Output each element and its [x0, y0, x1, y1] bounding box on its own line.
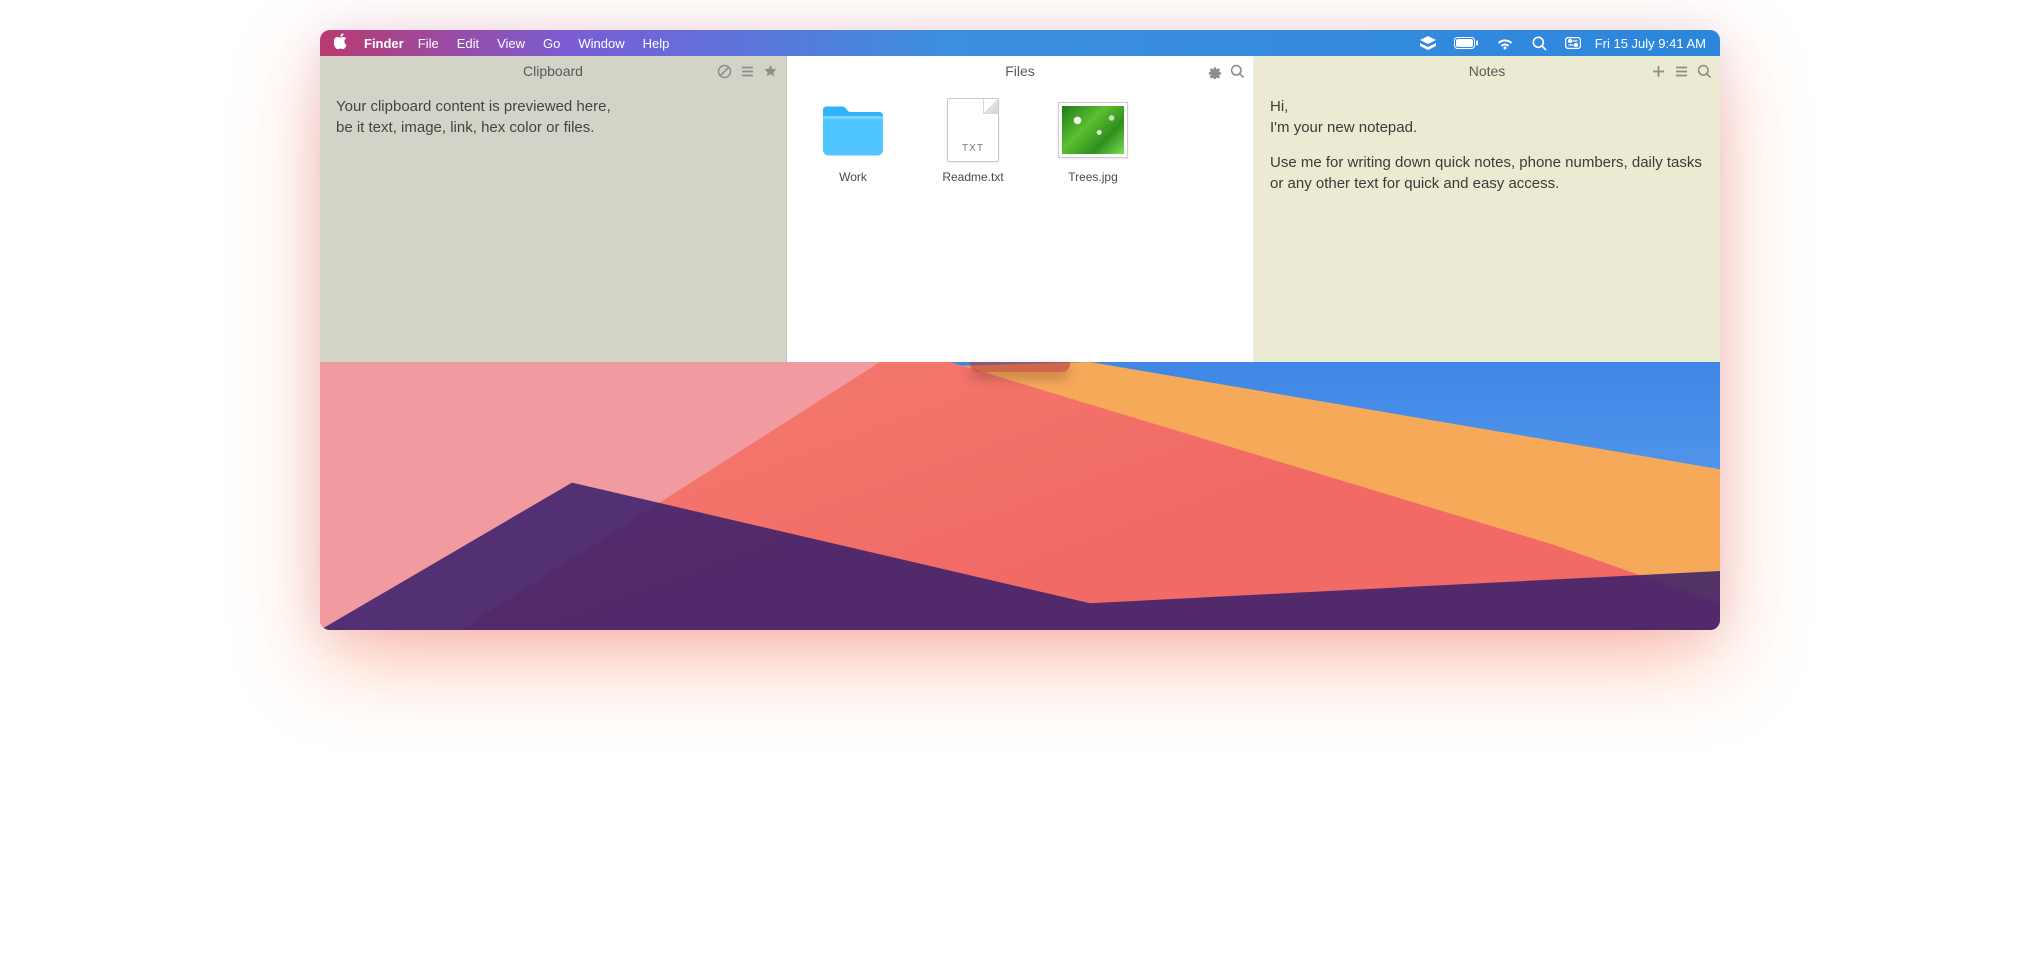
files-header: Files — [787, 56, 1253, 86]
notes-list-icon[interactable] — [1674, 64, 1689, 79]
notes-text-line: Use me for writing down quick notes, pho… — [1270, 152, 1704, 194]
notes-panel: Notes Hi, I'm your new notepad. — [1254, 56, 1720, 362]
menubar-app-name[interactable]: Finder — [364, 36, 404, 51]
clipboard-list-icon[interactable] — [740, 64, 755, 79]
apple-menu-icon[interactable] — [334, 33, 348, 53]
files-title: Files — [1005, 63, 1035, 79]
menu-window[interactable]: Window — [578, 36, 624, 51]
files-search-icon[interactable] — [1230, 64, 1245, 79]
notes-search-icon[interactable] — [1697, 64, 1712, 79]
clipboard-clear-icon[interactable] — [717, 64, 732, 79]
clipboard-header: Clipboard — [320, 56, 786, 86]
image-thumbnail-icon — [1058, 98, 1128, 162]
file-label: Work — [839, 170, 867, 184]
file-ext-label: TXT — [962, 143, 984, 154]
control-center-icon[interactable] — [1565, 37, 1581, 49]
clipboard-panel: Clipboard Your clipboard content is prev… — [320, 56, 787, 362]
clipboard-title: Clipboard — [523, 63, 583, 79]
clipboard-body: Your clipboard content is previewed here… — [320, 86, 786, 148]
menubar-clock[interactable]: Fri 15 July 9:41 AM — [1595, 36, 1706, 51]
battery-icon[interactable] — [1454, 37, 1478, 49]
files-settings-icon[interactable] — [1207, 64, 1222, 79]
file-label: Trees.jpg — [1068, 170, 1118, 184]
menu-view[interactable]: View — [497, 36, 525, 51]
clipboard-text-line: Your clipboard content is previewed here… — [336, 96, 770, 117]
menu-help[interactable]: Help — [643, 36, 670, 51]
wifi-icon[interactable] — [1496, 37, 1514, 50]
files-body: Work TXT Readme.txt Trees.jpg — [787, 86, 1253, 196]
drawer-handle[interactable] — [970, 362, 1070, 372]
spotlight-search-icon[interactable] — [1532, 36, 1547, 51]
files-panel: Files Work — [787, 56, 1254, 362]
menubar: Finder File Edit View Go Window Help Fri… — [320, 30, 1720, 56]
notes-title: Notes — [1469, 63, 1506, 79]
tray-stack-icon[interactable] — [1420, 36, 1436, 50]
clipboard-text-line: be it text, image, link, hex color or fi… — [336, 117, 770, 138]
menu-edit[interactable]: Edit — [457, 36, 479, 51]
clipboard-star-icon[interactable] — [763, 64, 778, 79]
notes-text-line: I'm your new notepad. — [1270, 119, 1417, 136]
desktop-wallpaper — [320, 362, 1720, 630]
file-item-folder[interactable]: Work — [807, 98, 899, 184]
menu-file[interactable]: File — [418, 36, 439, 51]
file-item-image[interactable]: Trees.jpg — [1047, 98, 1139, 184]
menu-go[interactable]: Go — [543, 36, 560, 51]
notes-header: Notes — [1254, 56, 1720, 86]
file-item-txt[interactable]: TXT Readme.txt — [927, 98, 1019, 184]
txt-file-icon: TXT — [938, 98, 1008, 162]
panels-row: Clipboard Your clipboard content is prev… — [320, 56, 1720, 362]
notes-add-icon[interactable] — [1651, 64, 1666, 79]
screen: Finder File Edit View Go Window Help Fri… — [320, 30, 1720, 630]
file-label: Readme.txt — [942, 170, 1003, 184]
folder-icon — [818, 98, 888, 162]
notes-body[interactable]: Hi, I'm your new notepad. Use me for wri… — [1254, 86, 1720, 218]
notes-text-line: Hi, — [1270, 98, 1288, 115]
